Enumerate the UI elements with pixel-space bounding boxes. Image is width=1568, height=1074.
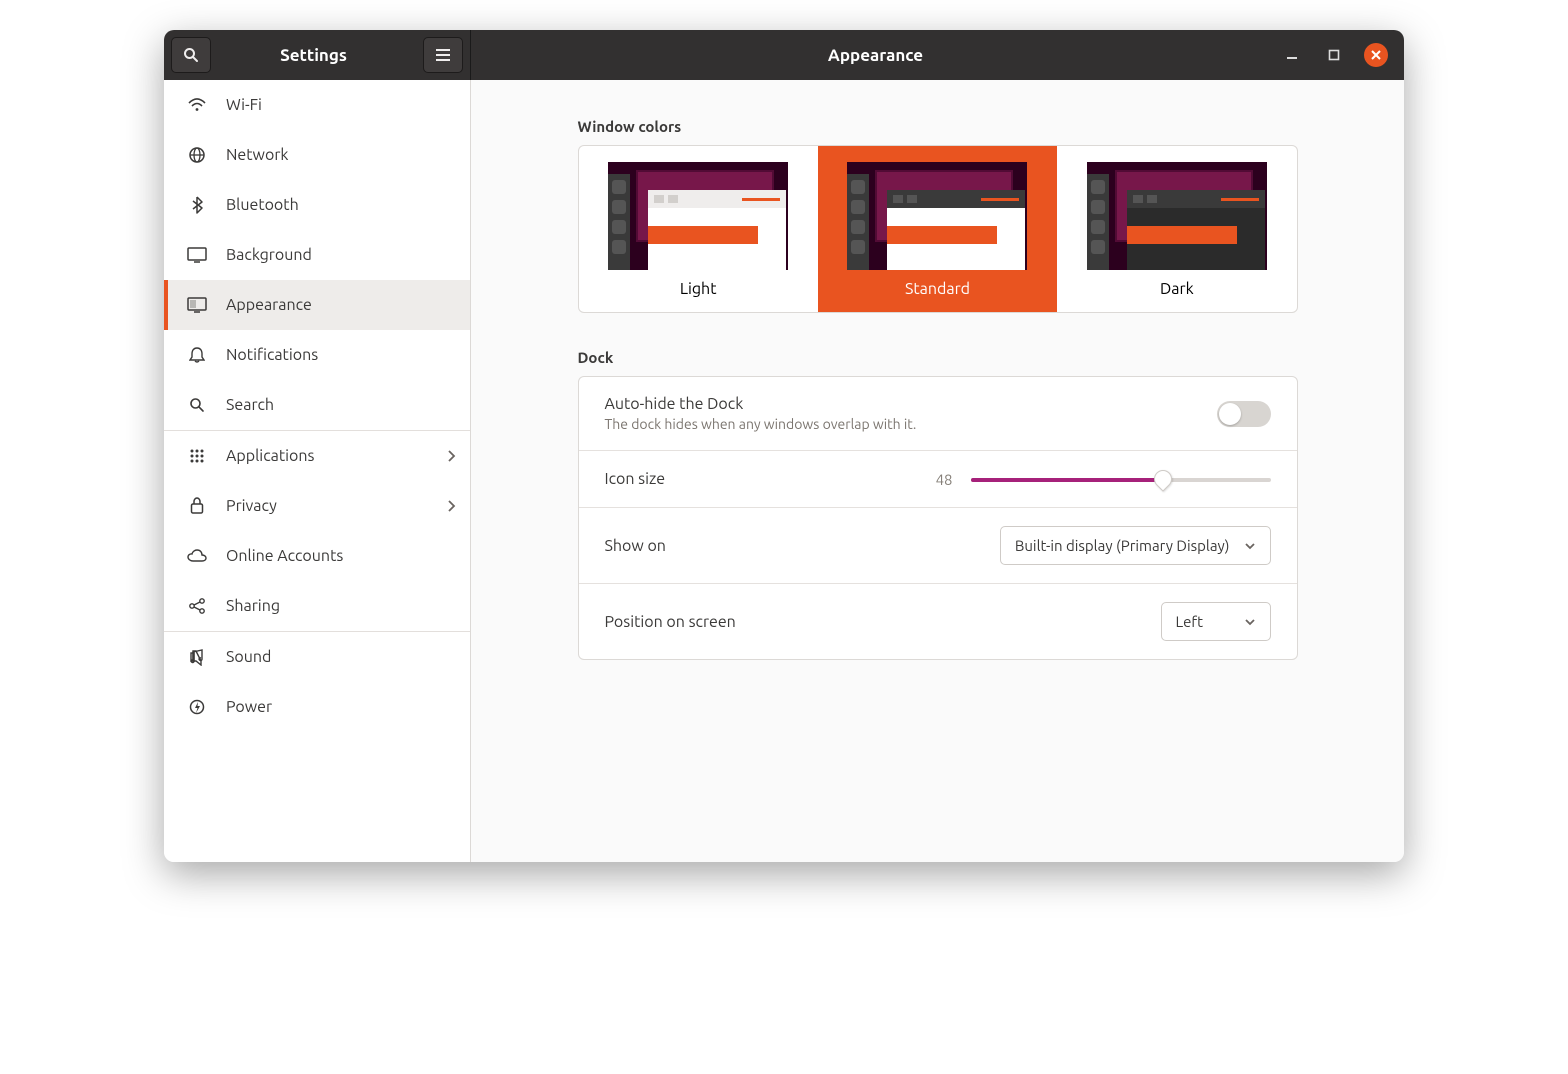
sidebar-item-applications[interactable]: Applications	[164, 431, 470, 481]
minimize-button[interactable]	[1280, 43, 1304, 67]
maximize-icon	[1328, 49, 1340, 61]
power-icon	[186, 699, 208, 715]
sidebar-item-label: Privacy	[226, 497, 277, 515]
bell-icon	[186, 346, 208, 364]
chevron-right-icon	[447, 499, 456, 513]
sidebar-item-label: Network	[226, 146, 288, 164]
theme-thumbnail-light	[608, 162, 788, 270]
search-button[interactable]	[171, 37, 211, 73]
row-icon-size: Icon size 48	[579, 450, 1297, 507]
row-show-on: Show on Built-in display (Primary Displa…	[579, 507, 1297, 583]
row-autohide: Auto-hide the Dock The dock hides when a…	[579, 377, 1297, 450]
sidebar-title: Settings	[211, 46, 416, 65]
icon-size-value: 48	[925, 471, 953, 488]
close-icon	[1370, 49, 1382, 61]
network-icon	[186, 146, 208, 164]
sidebar-item-label: Search	[226, 396, 274, 414]
show-on-value: Built-in display (Primary Display)	[1015, 537, 1230, 554]
sidebar-item-power[interactable]: Power	[164, 682, 470, 732]
autohide-label: Auto-hide the Dock	[605, 395, 917, 413]
theme-option-standard[interactable]: Standard	[818, 146, 1057, 312]
theme-thumbnail-standard	[847, 162, 1027, 270]
sidebar-item-online-accounts[interactable]: Online Accounts	[164, 531, 470, 581]
theme-label: Dark	[1160, 280, 1194, 298]
theme-label: Light	[680, 280, 717, 298]
sidebar-item-label: Sharing	[226, 597, 280, 615]
background-icon	[186, 247, 208, 263]
sidebar-item-sound[interactable]: Sound	[164, 632, 470, 682]
close-button[interactable]	[1364, 43, 1388, 67]
sidebar-item-bluetooth[interactable]: Bluetooth	[164, 180, 470, 230]
section-window-colors: Window colors Light	[578, 118, 1298, 313]
titlebar: Settings Appearance	[164, 30, 1404, 80]
minimize-icon	[1286, 49, 1298, 61]
position-select[interactable]: Left	[1161, 602, 1271, 641]
sidebar-item-label: Appearance	[226, 296, 312, 314]
sound-icon	[186, 648, 208, 666]
sidebar-item-privacy[interactable]: Privacy	[164, 481, 470, 531]
hamburger-icon	[435, 48, 451, 62]
titlebar-left: Settings	[164, 30, 471, 80]
chevron-down-icon	[1244, 618, 1256, 626]
cloud-icon	[186, 549, 208, 563]
show-on-select[interactable]: Built-in display (Primary Display)	[1000, 526, 1271, 565]
show-on-label: Show on	[605, 537, 666, 555]
sidebar-item-wifi[interactable]: Wi-Fi	[164, 80, 470, 130]
window-controls	[1280, 43, 1404, 67]
theme-option-dark[interactable]: Dark	[1057, 146, 1296, 312]
window-body: Wi-Fi Network Bluetooth Background Appea…	[164, 80, 1404, 862]
sidebar-item-sharing[interactable]: Sharing	[164, 581, 470, 631]
section-title: Window colors	[578, 118, 1298, 135]
row-position: Position on screen Left	[579, 583, 1297, 659]
chevron-right-icon	[447, 449, 456, 463]
wifi-icon	[186, 96, 208, 114]
autohide-sub: The dock hides when any windows overlap …	[605, 416, 917, 432]
sidebar-item-label: Power	[226, 698, 272, 716]
sidebar-item-label: Bluetooth	[226, 196, 299, 214]
sidebar-item-notifications[interactable]: Notifications	[164, 330, 470, 380]
position-label: Position on screen	[605, 613, 736, 631]
applications-icon	[186, 448, 208, 464]
sidebar-item-label: Online Accounts	[226, 547, 343, 565]
sidebar-item-label: Background	[226, 246, 312, 264]
sidebar-item-search[interactable]: Search	[164, 380, 470, 430]
hamburger-button[interactable]	[423, 37, 463, 73]
appearance-icon	[186, 297, 208, 313]
sidebar-item-appearance[interactable]: Appearance	[164, 280, 470, 330]
lock-icon	[186, 497, 208, 515]
sidebar-item-label: Applications	[226, 447, 314, 465]
search-icon	[183, 47, 199, 63]
icon-size-label: Icon size	[605, 470, 666, 488]
icon-size-slider[interactable]	[971, 469, 1271, 489]
settings-window: Settings Appearance	[164, 30, 1404, 862]
autohide-switch[interactable]	[1217, 401, 1271, 427]
sidebar[interactable]: Wi-Fi Network Bluetooth Background Appea…	[164, 80, 471, 862]
sidebar-item-label: Notifications	[226, 346, 318, 364]
page-title: Appearance	[471, 46, 1280, 65]
theme-label: Standard	[905, 280, 970, 298]
titlebar-right: Appearance	[471, 30, 1404, 80]
section-title: Dock	[578, 349, 1298, 366]
position-value: Left	[1176, 613, 1204, 630]
sidebar-item-background[interactable]: Background	[164, 230, 470, 280]
dock-panel: Auto-hide the Dock The dock hides when a…	[578, 376, 1298, 660]
sidebar-item-network[interactable]: Network	[164, 130, 470, 180]
maximize-button[interactable]	[1322, 43, 1346, 67]
chevron-down-icon	[1244, 542, 1256, 550]
main-content: Window colors Light	[471, 80, 1404, 862]
sidebar-item-label: Sound	[226, 648, 271, 666]
theme-selector: Light Standard	[578, 145, 1298, 313]
theme-option-light[interactable]: Light	[579, 146, 818, 312]
sidebar-item-label: Wi-Fi	[226, 96, 262, 114]
search-icon	[186, 397, 208, 413]
sharing-icon	[186, 597, 208, 615]
theme-thumbnail-dark	[1087, 162, 1267, 270]
section-dock: Dock Auto-hide the Dock The dock hides w…	[578, 349, 1298, 660]
bluetooth-icon	[186, 196, 208, 214]
